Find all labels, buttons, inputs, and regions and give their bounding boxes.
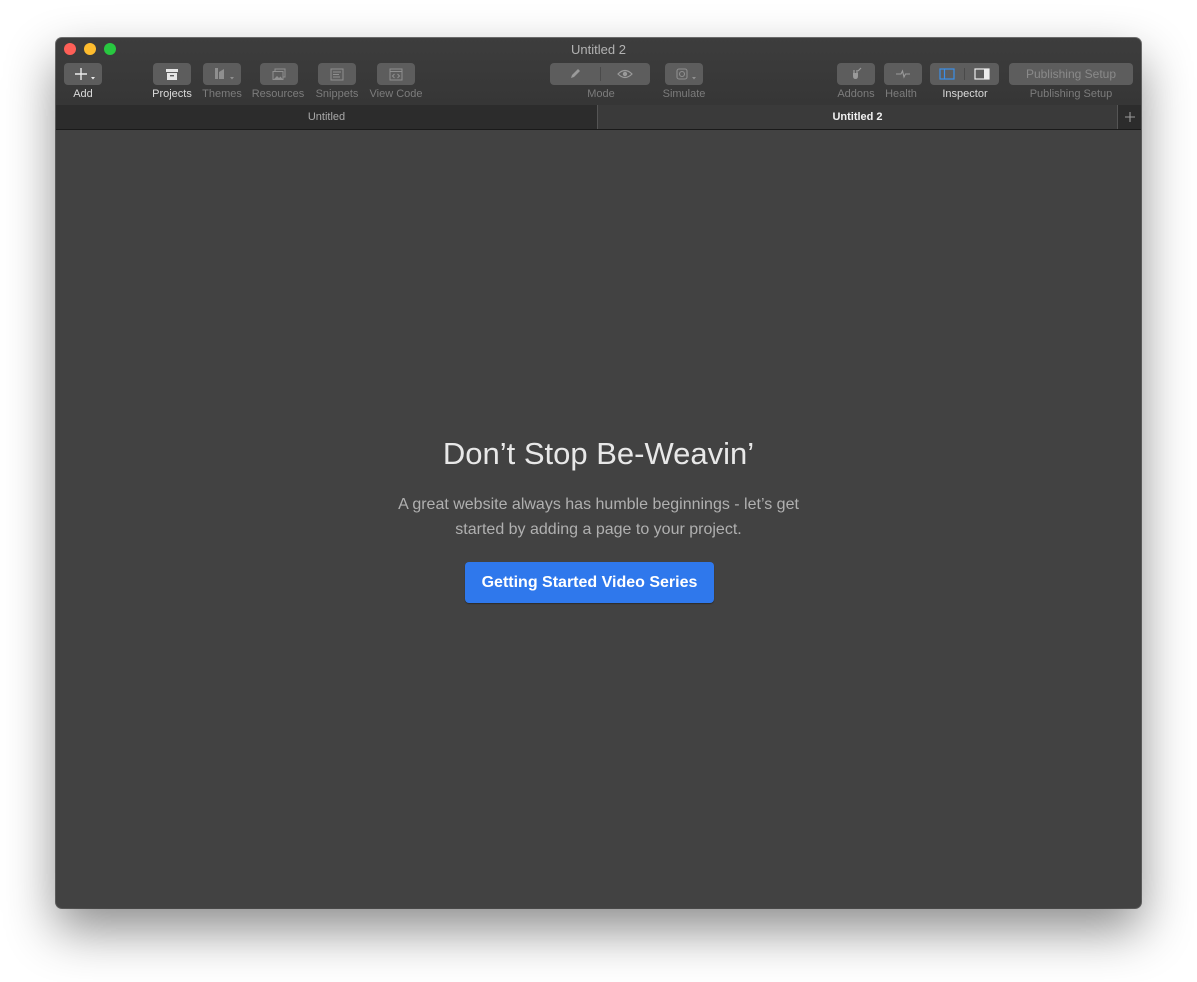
projects-button[interactable] [153,63,191,85]
editor-canvas: Don’t Stop Be-Weavin’ A great website al… [56,130,1141,908]
heartbeat-icon [896,69,910,79]
view-code-label: View Code [369,88,423,100]
mode-label: Mode [587,88,615,100]
health-label: Health [885,88,917,100]
mode-segmented-control[interactable] [550,63,650,85]
empty-state-line-1: A great website always has humble beginn… [398,496,799,513]
new-tab-button[interactable] [1118,105,1141,129]
sidebar-right-icon [974,68,990,80]
simulate-button[interactable] [665,63,703,85]
publishing-setup-label: Publishing Setup [1029,88,1113,100]
add-label: Add [73,88,93,100]
add-button[interactable] [64,63,102,85]
empty-state-line-2: started by adding a page to your project… [455,521,742,538]
right-inspector-toggle[interactable] [965,68,1000,80]
snippets-label: Snippets [315,88,359,100]
simulate-label: Simulate [662,88,706,100]
sidebar-left-icon [939,68,955,80]
addons-button[interactable] [837,63,875,85]
publishing-setup-button-label: Publishing Setup [1009,63,1133,85]
empty-state-heading: Don’t Stop Be-Weavin’ [442,436,755,471]
eye-icon [617,69,634,79]
getting-started-video-button[interactable]: Getting Started Video Series [465,562,714,603]
edit-mode-button[interactable] [550,67,601,81]
preview-mode-button[interactable] [601,68,651,80]
themes-label: Themes [202,88,242,100]
simulate-icon [676,68,696,80]
snippets-button[interactable] [318,63,356,85]
resources-label: Resources [251,88,305,100]
pencil-icon [570,69,580,78]
publishing-setup-button[interactable]: Publishing Setup [1009,63,1133,85]
left-inspector-toggle[interactable] [930,68,965,80]
themes-icon [215,68,234,80]
window-title: Untitled 2 [571,42,626,57]
plug-icon [853,67,862,79]
themes-button[interactable] [203,63,241,85]
plus-icon [1124,112,1135,122]
inspector-label: Inspector [942,88,988,100]
plus-icon [75,68,95,80]
tab-untitled[interactable]: Untitled [56,105,597,129]
code-window-icon [389,68,403,80]
projects-label: Projects [152,88,192,100]
archive-box-icon [166,68,178,80]
images-icon [272,68,286,80]
inspector-segmented-control[interactable] [930,63,999,85]
snippet-icon [330,68,344,80]
view-code-button[interactable] [377,63,415,85]
app-window: Untitled 2 Add Projects Themes Resources… [56,38,1141,908]
resources-button[interactable] [260,63,298,85]
tab-bar: Untitled Untitled 2 [56,105,1141,130]
tab-untitled-2[interactable]: Untitled 2 [598,105,1117,129]
addons-label: Addons [837,88,875,100]
empty-state-description: A great website always has humble beginn… [56,492,1141,542]
toolbar: Untitled 2 Add Projects Themes Resources… [56,38,1141,106]
health-button[interactable] [884,63,922,85]
